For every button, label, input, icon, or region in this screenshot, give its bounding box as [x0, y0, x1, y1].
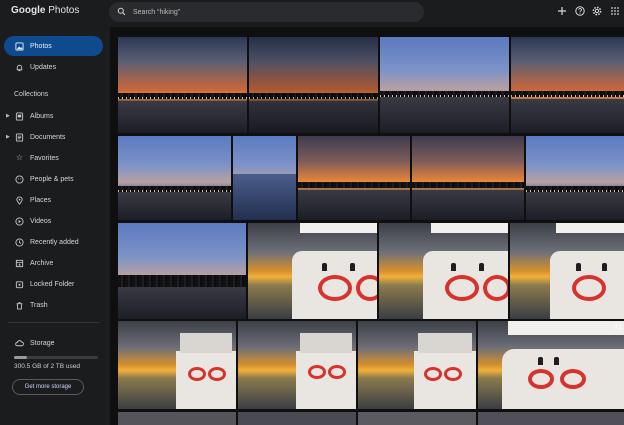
- sidebar-item-photos[interactable]: Photos: [4, 36, 103, 56]
- storage-progress-fill: [14, 356, 27, 359]
- face-icon: [15, 174, 24, 184]
- document-icon: [15, 132, 24, 142]
- sidebar-item-label: Updates: [30, 63, 57, 71]
- bell-icon: [15, 63, 24, 72]
- logo-brand: Google: [11, 5, 46, 16]
- search-icon: [117, 7, 126, 18]
- photo-thumbnail[interactable]: [248, 223, 377, 319]
- settings-icon[interactable]: [591, 5, 602, 16]
- search-input[interactable]: Search “hiking”: [133, 9, 180, 16]
- storage-progress-bar: [14, 356, 98, 359]
- sidebar-item-favorites[interactable]: ☆ Favorites: [4, 148, 103, 168]
- video-icon: [15, 216, 24, 226]
- apps-grid-icon[interactable]: [609, 5, 620, 16]
- photo-thumbnail[interactable]: [118, 412, 236, 425]
- chevron-right-icon[interactable]: ▶: [6, 113, 10, 119]
- star-icon: ☆: [15, 153, 24, 162]
- sidebar-item-label: Storage: [30, 339, 55, 347]
- photo-thumbnail[interactable]: [510, 223, 624, 319]
- sidebar-item-updates[interactable]: Updates: [4, 57, 103, 77]
- archive-icon: [15, 259, 24, 268]
- sidebar-item-label: Albums: [30, 112, 54, 120]
- trash-icon: [15, 301, 24, 310]
- cloud-icon: [15, 339, 24, 348]
- sidebar-item-archive[interactable]: Archive: [4, 253, 103, 273]
- photo-thumbnail[interactable]: [118, 136, 231, 220]
- sidebar-item-recently-added[interactable]: Recently added: [4, 232, 103, 252]
- sidebar-item-people-pets[interactable]: People & pets: [4, 169, 103, 189]
- sidebar-item-documents[interactable]: ▶ Documents: [4, 127, 103, 147]
- sidebar-item-albums[interactable]: ▶ Albums: [4, 106, 103, 126]
- photo-thumbnail[interactable]: [118, 321, 236, 409]
- sidebar-item-label: Archive: [30, 259, 54, 267]
- photo-thumbnail[interactable]: [233, 136, 296, 220]
- sidebar-divider: [8, 322, 100, 323]
- get-more-storage-button[interactable]: Get more storage: [12, 379, 84, 395]
- photo-thumbnail[interactable]: [412, 136, 524, 220]
- sidebar-item-label: Recently added: [30, 238, 79, 246]
- sidebar-item-trash[interactable]: Trash: [4, 295, 103, 315]
- sidebar-item-label: Photos: [30, 42, 52, 50]
- photo-thumbnail[interactable]: [298, 136, 410, 220]
- sidebar-item-places[interactable]: Places: [4, 190, 103, 210]
- photo-thumbnail[interactable]: [249, 37, 378, 133]
- plus-icon[interactable]: [556, 5, 567, 16]
- photo-thumbnail[interactable]: [118, 37, 247, 133]
- clock-icon: [15, 237, 24, 247]
- collections-heading: Collections: [14, 91, 49, 98]
- photo-thumbnail[interactable]: [526, 136, 624, 220]
- photo-thumbnail[interactable]: [238, 321, 356, 409]
- photo-thumbnail[interactable]: [358, 321, 476, 409]
- photo-thumbnail[interactable]: 0:1: [478, 321, 624, 409]
- photo-thumbnail[interactable]: [379, 223, 508, 319]
- sidebar-item-storage[interactable]: Storage: [4, 333, 103, 353]
- storage-used-text: 300.5 GB of 2 TB used: [14, 363, 81, 370]
- photo-thumbnail[interactable]: [118, 223, 246, 319]
- photo-icon: [15, 41, 24, 51]
- sidebar-item-label: Places: [30, 196, 52, 204]
- sidebar-item-videos[interactable]: Videos: [4, 211, 103, 231]
- sidebar-item-label: Favorites: [30, 154, 59, 162]
- photo-thumbnail[interactable]: [238, 412, 356, 425]
- photo-grid: 0:1: [110, 27, 624, 425]
- lock-icon: [15, 280, 24, 289]
- sidebar-item-label: Documents: [30, 133, 66, 141]
- sidebar-item-label: Trash: [30, 301, 48, 309]
- sidebar-item-label: Videos: [30, 217, 52, 225]
- logo-product: Photos: [48, 5, 80, 16]
- search-bar[interactable]: Search “hiking”: [109, 2, 424, 22]
- video-duration-label: 0:1: [613, 325, 622, 331]
- google-photos-logo[interactable]: Google Photos: [11, 5, 79, 16]
- sidebar: Google Photos Photos Updates Collections…: [0, 0, 108, 425]
- sidebar-item-label: Locked Folder: [30, 280, 75, 288]
- pin-icon: [15, 196, 24, 205]
- chevron-right-icon[interactable]: ▶: [6, 134, 10, 140]
- photo-thumbnail[interactable]: [358, 412, 476, 425]
- album-icon: [15, 111, 24, 121]
- photo-thumbnail[interactable]: [511, 37, 624, 133]
- sidebar-item-locked-folder[interactable]: Locked Folder: [4, 274, 103, 294]
- help-icon[interactable]: [574, 5, 585, 16]
- photo-thumbnail[interactable]: [380, 37, 509, 133]
- photo-thumbnail[interactable]: [478, 412, 624, 425]
- sidebar-item-label: People & pets: [30, 175, 74, 183]
